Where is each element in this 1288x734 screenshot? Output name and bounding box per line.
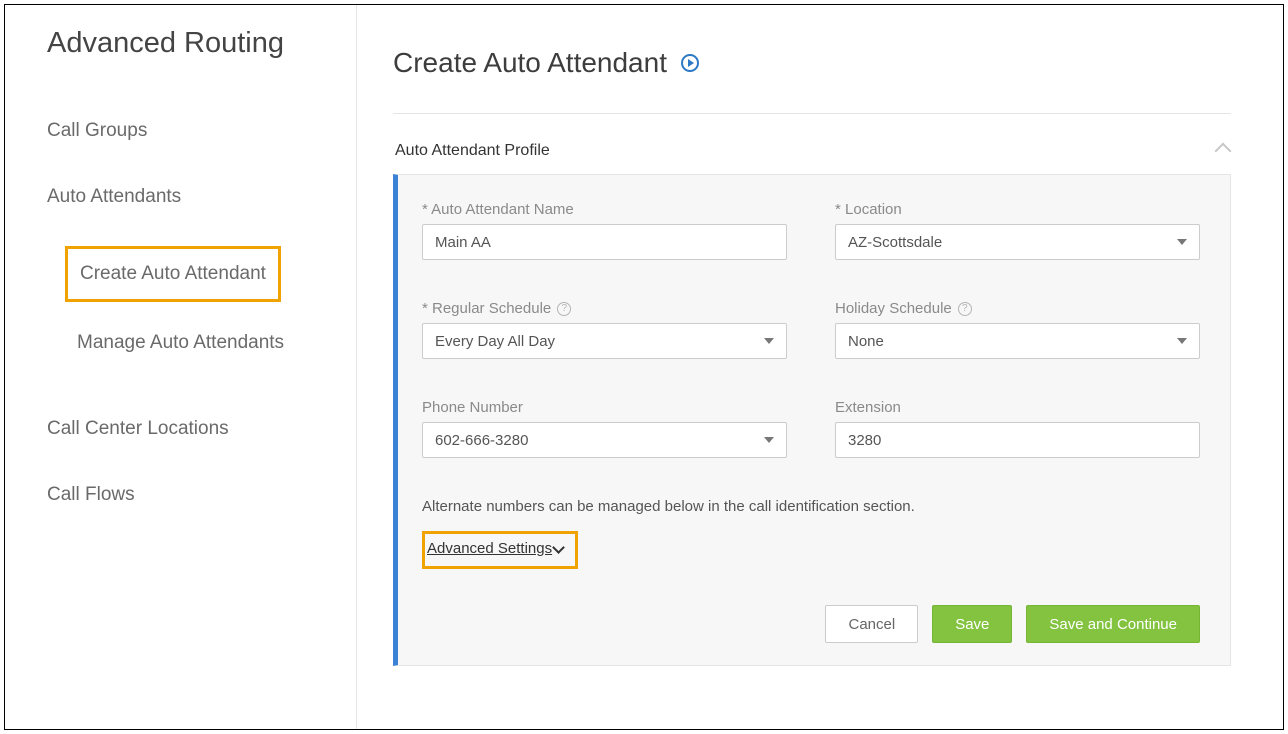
sidebar-title: Advanced Routing xyxy=(47,27,326,60)
play-icon[interactable] xyxy=(681,54,699,72)
help-icon[interactable]: ? xyxy=(958,302,972,316)
location-label: * Location xyxy=(835,201,1200,218)
nav-manage-auto-attendants[interactable]: Manage Auto Attendants xyxy=(65,318,296,368)
help-icon[interactable]: ? xyxy=(557,302,571,316)
regular-schedule-label: * Regular Schedule ? xyxy=(422,300,787,317)
section-title: Auto Attendant Profile xyxy=(395,142,550,160)
location-select[interactable]: AZ-Scottsdale xyxy=(835,224,1200,260)
name-input[interactable]: Main AA xyxy=(422,224,787,260)
holiday-schedule-value: None xyxy=(848,333,884,350)
caret-down-icon xyxy=(764,437,774,443)
advanced-settings-link[interactable]: Advanced Settings xyxy=(427,540,563,557)
regular-schedule-value: Every Day All Day xyxy=(435,333,555,350)
nav-create-auto-attendant[interactable]: Create Auto Attendant xyxy=(65,246,281,302)
caret-down-icon xyxy=(764,338,774,344)
advanced-settings-highlight: Advanced Settings xyxy=(422,531,578,569)
save-button[interactable]: Save xyxy=(932,605,1012,643)
page-title: Create Auto Attendant xyxy=(393,47,667,79)
holiday-schedule-select[interactable]: None xyxy=(835,323,1200,359)
caret-down-icon xyxy=(1177,338,1187,344)
nav-call-groups[interactable]: Call Groups xyxy=(47,120,326,142)
phone-label: Phone Number xyxy=(422,399,787,416)
save-and-continue-button[interactable]: Save and Continue xyxy=(1026,605,1200,643)
alternate-numbers-note: Alternate numbers can be managed below i… xyxy=(422,498,1200,515)
profile-panel: * Auto Attendant Name Main AA * Location… xyxy=(393,174,1231,666)
phone-value: 602-666-3280 xyxy=(435,432,528,449)
chevron-up-icon xyxy=(1215,143,1232,160)
nav-call-center-locations[interactable]: Call Center Locations xyxy=(47,418,326,440)
name-value: Main AA xyxy=(435,234,491,251)
regular-schedule-select[interactable]: Every Day All Day xyxy=(422,323,787,359)
sidebar: Advanced Routing Call Groups Auto Attend… xyxy=(5,5,357,729)
location-value: AZ-Scottsdale xyxy=(848,234,942,251)
chevron-down-icon xyxy=(552,541,565,554)
nav-call-flows[interactable]: Call Flows xyxy=(47,484,326,506)
extension-input[interactable]: 3280 xyxy=(835,422,1200,458)
name-label: * Auto Attendant Name xyxy=(422,201,787,218)
cancel-button[interactable]: Cancel xyxy=(825,605,918,643)
extension-value: 3280 xyxy=(848,432,881,449)
section-header[interactable]: Auto Attendant Profile xyxy=(393,114,1231,174)
caret-down-icon xyxy=(1177,239,1187,245)
extension-label: Extension xyxy=(835,399,1200,416)
main-content: Create Auto Attendant Auto Attendant Pro… xyxy=(357,5,1283,729)
nav-auto-attendants[interactable]: Auto Attendants xyxy=(47,186,326,208)
phone-select[interactable]: 602-666-3280 xyxy=(422,422,787,458)
holiday-schedule-label: Holiday Schedule ? xyxy=(835,300,1200,317)
